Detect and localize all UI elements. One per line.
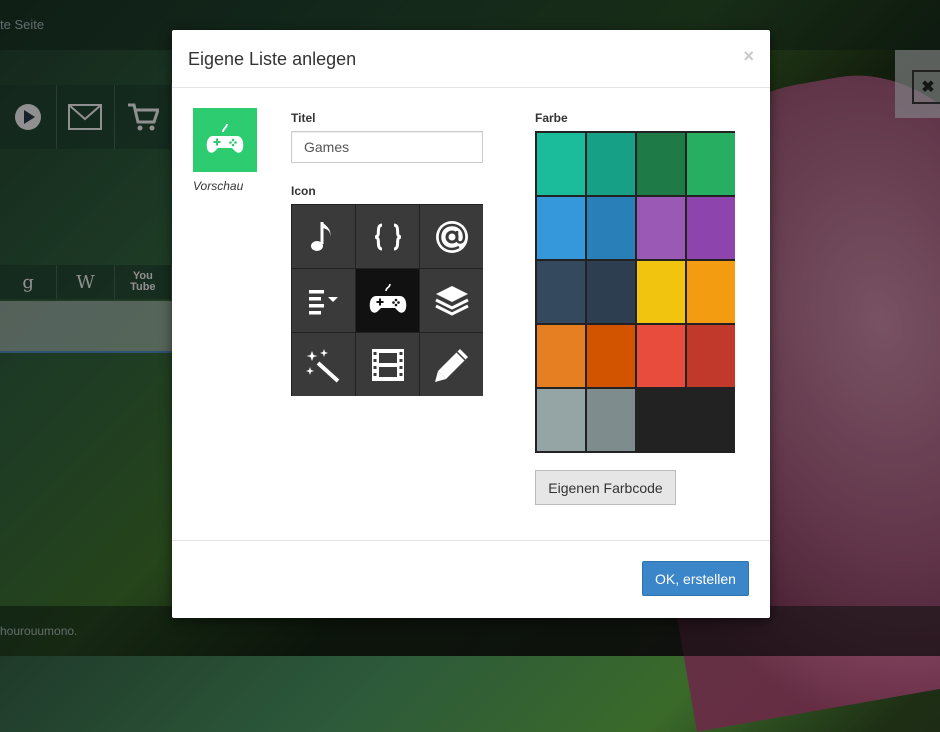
icon-picker — [291, 204, 483, 396]
color-label: Farbe — [535, 111, 568, 125]
preview-tile — [193, 108, 257, 172]
icon-option-list[interactable] — [292, 269, 355, 332]
layers-icon — [434, 285, 469, 316]
custom-color-button[interactable]: Eigenen Farbcode — [535, 470, 676, 505]
preview-label: Vorschau — [193, 179, 244, 193]
color-swatch[interactable] — [687, 325, 735, 387]
color-swatch[interactable] — [537, 325, 585, 387]
color-swatch[interactable] — [587, 133, 635, 195]
dialog-header: Eigene Liste anlegen × — [172, 30, 770, 88]
color-swatch[interactable] — [587, 197, 635, 259]
icon-option-magic[interactable] — [292, 333, 355, 396]
title-label: Titel — [291, 111, 316, 125]
icon-option-film[interactable] — [356, 333, 419, 396]
icon-option-layers[interactable] — [420, 269, 483, 332]
icon-option-at[interactable] — [420, 205, 483, 268]
color-swatch[interactable] — [537, 197, 585, 259]
color-swatch[interactable] — [537, 261, 585, 323]
dialog-footer: OK, erstellen — [172, 540, 770, 619]
icon-label: Icon — [291, 184, 316, 198]
color-swatch[interactable] — [537, 133, 585, 195]
icon-option-pencil[interactable] — [420, 333, 483, 396]
title-input[interactable] — [291, 131, 483, 163]
color-swatch[interactable] — [637, 197, 685, 259]
color-swatch[interactable] — [687, 261, 735, 323]
icon-option-music[interactable] — [292, 205, 355, 268]
color-swatch[interactable] — [587, 325, 635, 387]
gamepad-icon — [369, 283, 406, 313]
color-swatch[interactable] — [687, 133, 735, 195]
film-icon — [371, 348, 404, 381]
music-note-icon — [310, 221, 330, 251]
color-swatch[interactable] — [587, 389, 635, 451]
icon-option-gamepad[interactable] — [356, 269, 419, 332]
color-swatch[interactable] — [687, 197, 735, 259]
close-icon[interactable]: × — [743, 46, 754, 67]
icon-option-code[interactable] — [356, 205, 419, 268]
at-sign-icon — [435, 220, 468, 253]
dialog-title: Eigene Liste anlegen — [188, 49, 357, 69]
magic-wand-icon — [305, 348, 339, 382]
color-swatch[interactable] — [587, 261, 635, 323]
color-swatch[interactable] — [637, 133, 685, 195]
pencil-icon — [434, 348, 468, 382]
ok-create-button[interactable]: OK, erstellen — [642, 561, 749, 596]
color-picker — [535, 131, 735, 453]
create-list-dialog: Eigene Liste anlegen × Vorschau Titel Ic… — [172, 30, 770, 618]
curly-braces-icon — [374, 223, 401, 250]
list-dropdown-icon — [308, 289, 338, 314]
color-swatch[interactable] — [637, 325, 685, 387]
gamepad-icon — [206, 123, 244, 153]
color-swatch[interactable] — [637, 261, 685, 323]
color-swatch[interactable] — [537, 389, 585, 451]
